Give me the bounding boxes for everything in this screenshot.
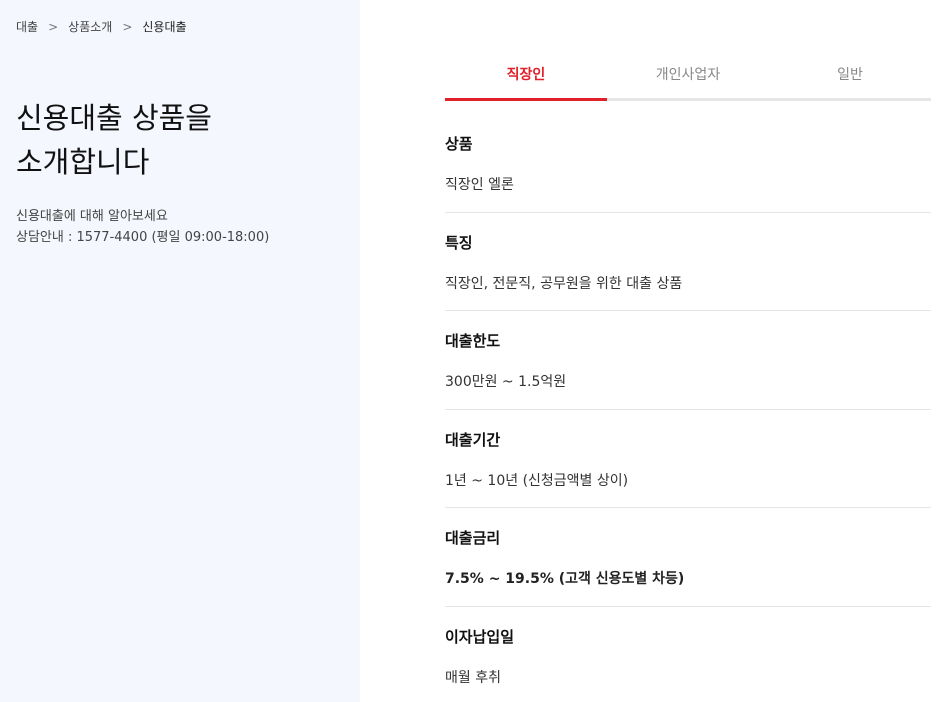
intro-panel: 대출 > 상품소개 > 신용대출 신용대출 상품을 소개합니다 신용대출에 대해… [0,0,360,702]
info-value: 300만원 ~ 1.5억원 [445,374,567,390]
info-row-interest-rate: 대출금리 7.5% ~ 19.5% (고객 신용도별 차등) [445,508,931,607]
page-description: 신용대출에 대해 알아보세요 상담안내 : 1577-4400 (평일 09:0… [16,206,346,248]
breadcrumb-item-loan[interactable]: 대출 [16,18,38,35]
info-row-loan-term: 대출기간 1년 ~ 10년 (신청금액별 상이) [445,410,931,508]
product-info-list: 상품 직장인 엘론 특징 직장인, 전문직, 공무원을 위한 대출 상품 대출한… [445,114,931,702]
page-title-line-1: 신용대출 상품을 [16,101,212,135]
info-label: 대출기간 [445,430,501,449]
info-row-interest-payment: 이자납입일 매월 후취 [445,607,931,702]
page-subtitle: 신용대출에 대해 알아보세요 [16,209,168,224]
info-label: 대출한도 [445,332,501,350]
breadcrumb: 대출 > 상품소개 > 신용대출 [16,18,187,35]
page-title-line-2: 소개합니다 [16,145,150,179]
tab-employee[interactable]: 직장인 [445,60,607,101]
info-label: 특징 [445,233,473,252]
customer-type-tabs: 직장인 개인사업자 일반 [445,60,931,101]
info-label: 대출금리 [445,529,501,547]
info-value: 1년 ~ 10년 (신청금액별 상이) [445,472,629,489]
contact-info: 상담안내 : 1577-4400 (평일 09:00-18:00) [16,230,270,245]
chevron-right-icon: > [48,19,59,34]
info-label: 상품 [445,135,473,153]
info-value: 직장인 엘론 [445,177,514,193]
tab-general[interactable]: 일반 [769,60,931,98]
product-detail-panel: 직장인 개인사업자 일반 상품 직장인 엘론 특징 직장인, 전문직, 공무원을… [445,0,931,702]
info-row-product: 상품 직장인 엘론 [445,114,931,213]
info-row-loan-limit: 대출한도 300만원 ~ 1.5억원 [445,311,931,410]
info-value: 직장인, 전문직, 공무원을 위한 대출 상품 [445,275,683,292]
tab-self-employed[interactable]: 개인사업자 [607,60,769,98]
info-label: 이자납입일 [445,627,515,646]
chevron-right-icon: > [122,19,133,34]
page-title: 신용대출 상품을 소개합니다 [16,96,346,184]
breadcrumb-item-products[interactable]: 상품소개 [68,18,112,35]
info-row-features: 특징 직장인, 전문직, 공무원을 위한 대출 상품 [445,213,931,311]
info-value: 매월 후취 [445,669,501,686]
breadcrumb-item-credit-loan: 신용대출 [142,20,187,34]
info-value: 7.5% ~ 19.5% (고객 신용도별 차등) [445,571,685,587]
